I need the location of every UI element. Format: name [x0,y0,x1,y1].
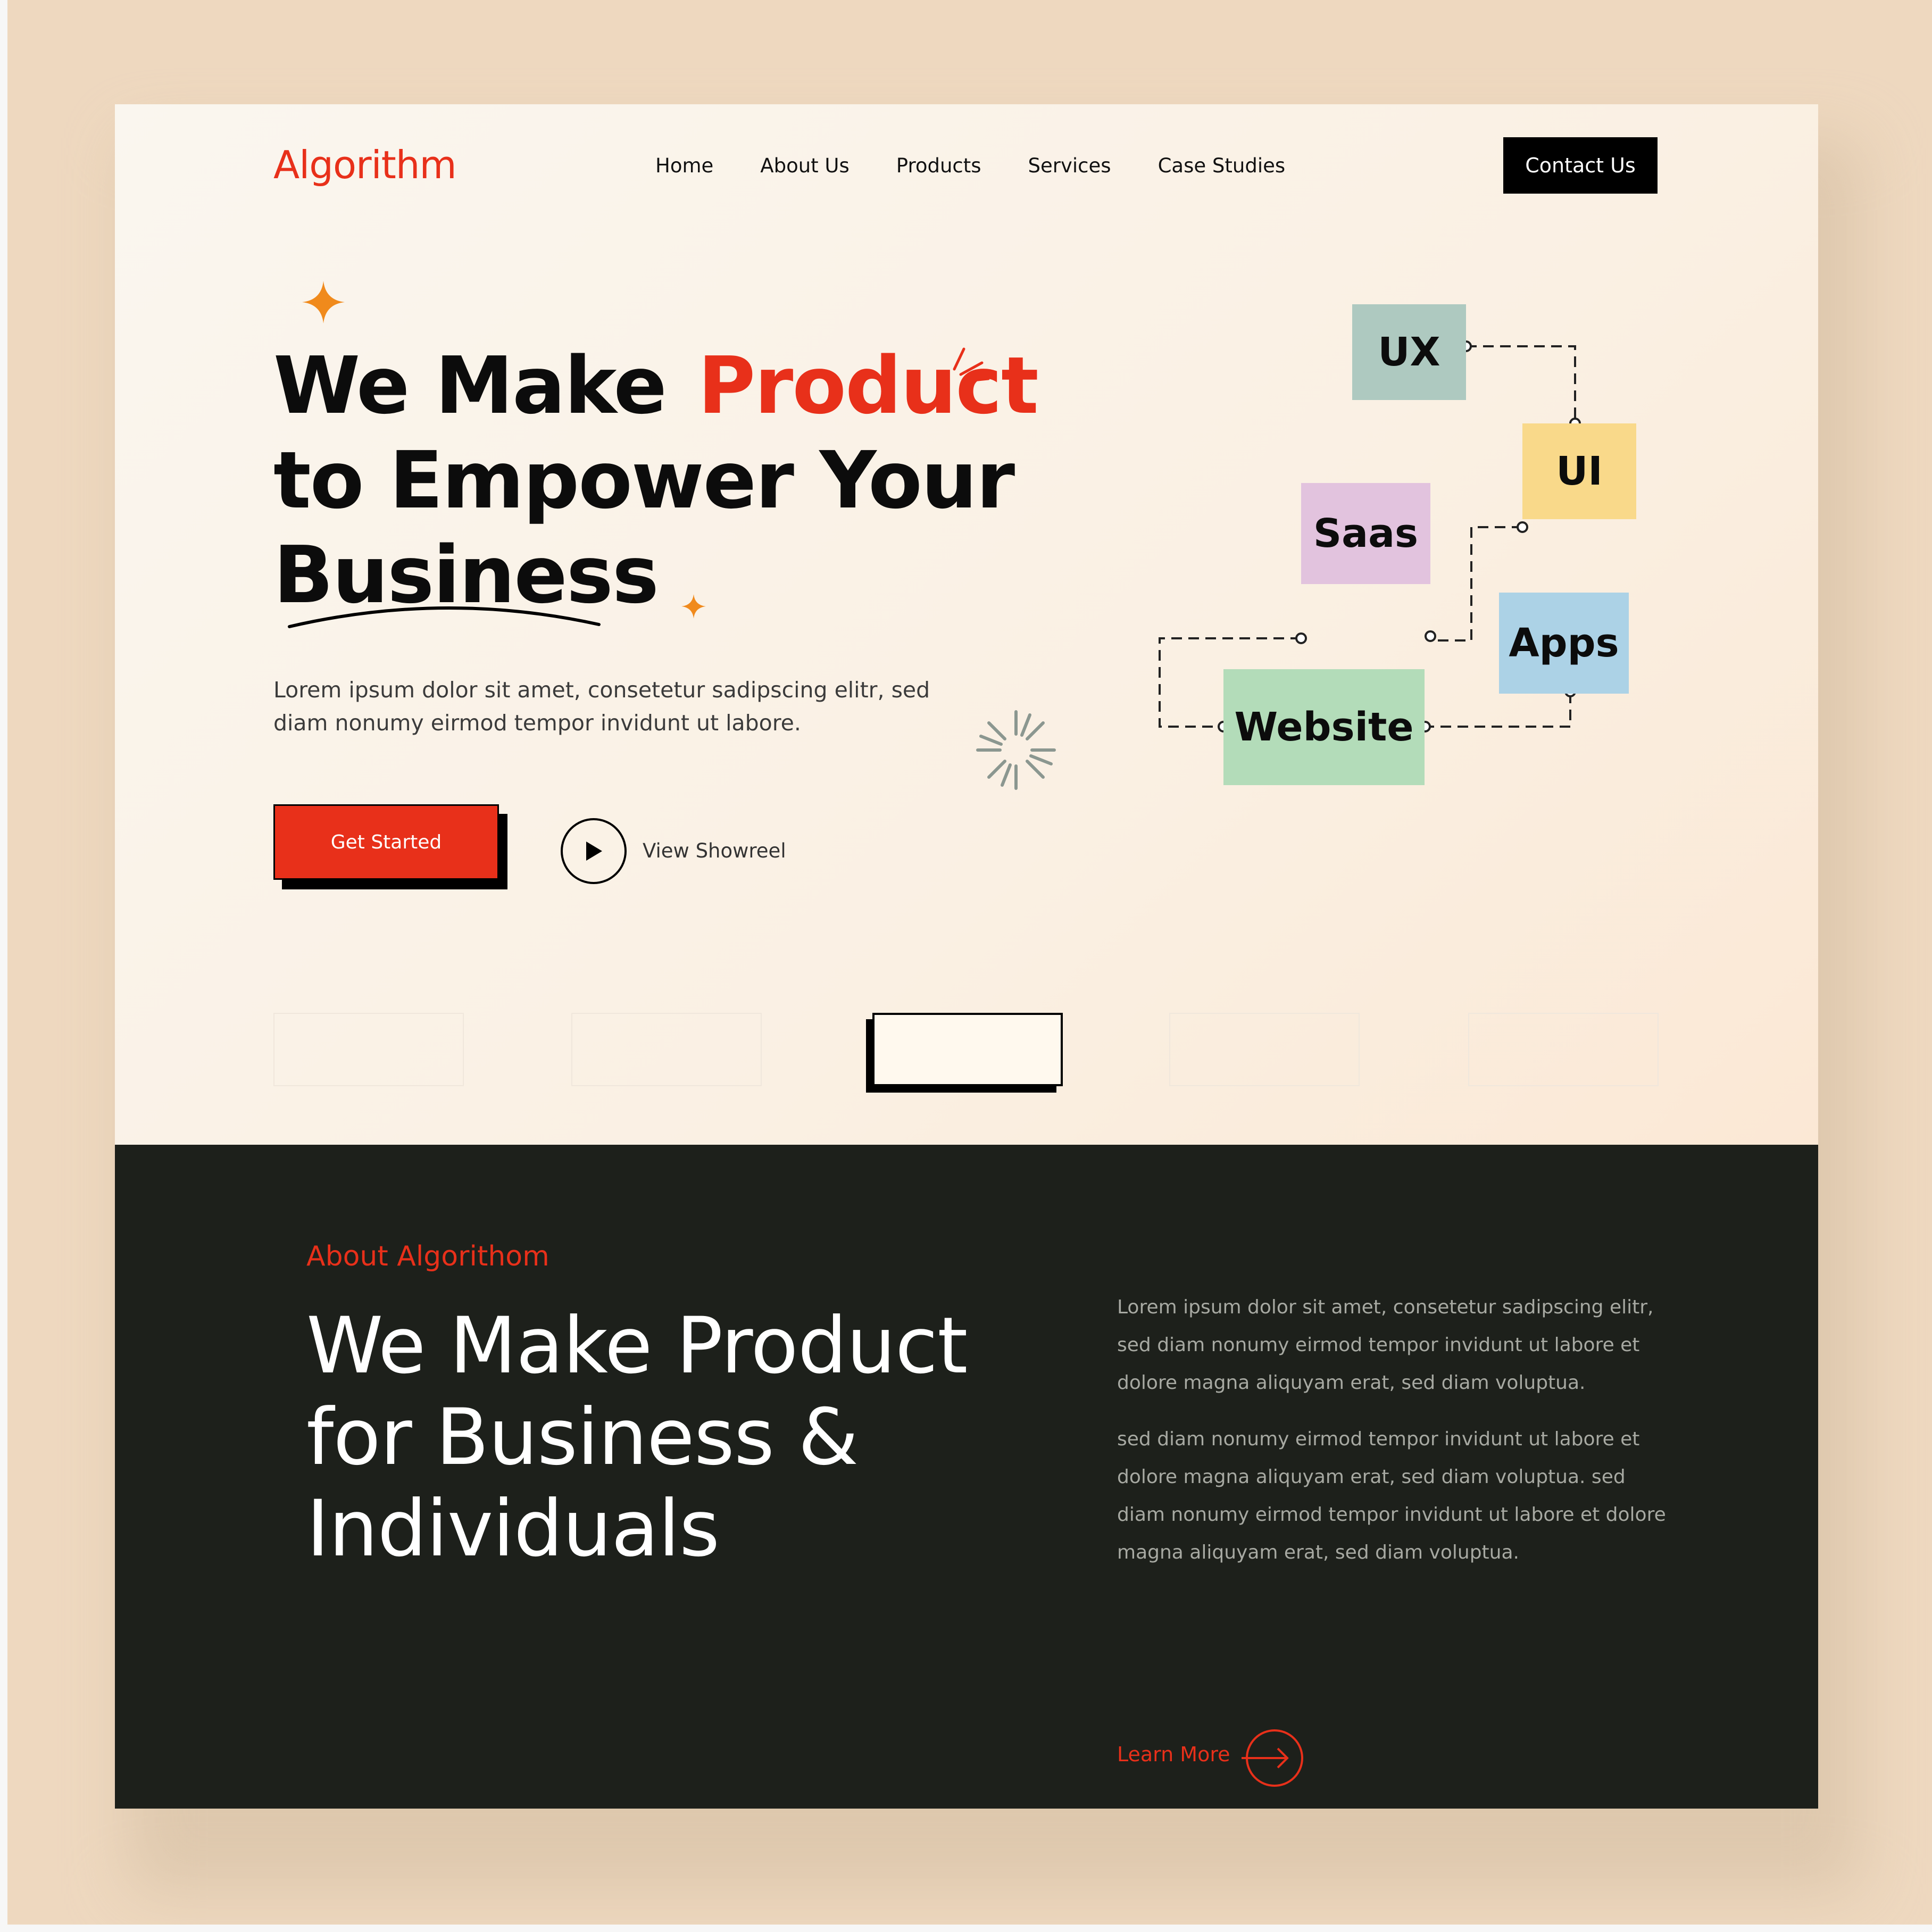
client-logo-slot[interactable] [1468,1013,1659,1086]
about-kicker: About Algorithom [306,1240,549,1272]
diagram-node-ux: UX [1352,304,1466,400]
arrow-right-circle-icon[interactable] [1239,1726,1303,1790]
about-section: About Algorithom We Make Product for Bus… [115,1145,1818,1809]
node-label-apps: Apps [1509,620,1619,666]
landing-page: Algorithm Home About Us Products Service… [115,104,1818,1809]
client-logo-slot[interactable] [571,1013,762,1086]
client-logo-slot-active[interactable] [872,1013,1063,1086]
learn-more-link[interactable]: Learn More [1117,1743,1230,1766]
about-paragraph-1: Lorem ipsum dolor sit amet, consetetur s… [1117,1296,1654,1394]
client-logo-slot[interactable] [1169,1013,1360,1086]
node-label-saas: Saas [1313,511,1419,556]
node-label-website: Website [1234,704,1414,750]
diagram-node-website: Website [1223,669,1425,785]
client-logo-slot[interactable] [273,1013,464,1086]
node-label-ux: UX [1378,329,1440,375]
about-title: We Make Product for Business & Individua… [306,1301,968,1574]
about-paragraph-2: sed diam nonumy eirmod tempor invidunt u… [1117,1428,1666,1563]
node-label-ui: UI [1556,448,1603,494]
diagram-node-ui: UI [1522,423,1636,519]
diagram-node-apps: Apps [1499,593,1629,694]
diagram-node-saas: Saas [1301,483,1430,584]
hero-section: Algorithm Home About Us Products Service… [115,104,1818,1145]
